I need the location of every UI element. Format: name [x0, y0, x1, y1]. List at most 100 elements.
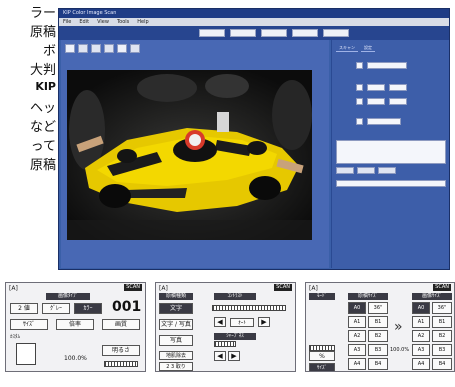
settings-row-4: [336, 118, 401, 125]
contrast-left-arrow-icon[interactable]: ◀: [214, 317, 226, 327]
orig-size-b2[interactable]: B2: [368, 330, 388, 342]
contrast-label: ｺﾝﾄﾗｽﾄ: [214, 293, 256, 300]
row-field-2b[interactable]: [389, 84, 407, 91]
save-icon[interactable]: [91, 44, 101, 53]
notes-box[interactable]: [336, 140, 446, 164]
row-field-3b[interactable]: [389, 98, 407, 105]
size-mode-button[interactable]: ｻｲｽﾞ: [309, 363, 335, 371]
top-button-5[interactable]: [323, 29, 349, 37]
text-photo-button[interactable]: 文字 / 写真: [159, 319, 193, 330]
side-line-8: って: [30, 139, 56, 154]
scale-value: 100.0%: [390, 347, 410, 353]
menu-file[interactable]: File: [63, 18, 71, 26]
sharpness-gauge: [214, 341, 236, 347]
orig-size-b3[interactable]: B3: [368, 344, 388, 356]
row-field-1[interactable]: [367, 62, 407, 69]
settings-button-3[interactable]: [378, 167, 396, 174]
auto-button[interactable]: ｵｰﾄ: [230, 318, 254, 327]
row-field-3a[interactable]: [367, 98, 385, 105]
orig-size-a3[interactable]: A3: [348, 344, 366, 356]
settings-slider[interactable]: [336, 180, 446, 187]
settings-tabs: スキャン 設定: [332, 40, 449, 52]
top-button-bar: [59, 26, 449, 40]
gray-button[interactable]: ｸﾞﾚｰ: [42, 303, 70, 314]
side-line-4: 大判: [29, 63, 56, 78]
top-button-3[interactable]: [261, 29, 287, 37]
quality-button[interactable]: 画質: [102, 319, 140, 330]
img-size-a4[interactable]: A4: [412, 358, 430, 370]
percent-button[interactable]: %: [309, 351, 335, 361]
img-size-b3[interactable]: B3: [432, 344, 452, 356]
top-button-2[interactable]: [230, 29, 256, 37]
lcd3-scan-label: SCAN: [433, 284, 451, 291]
brightness-gauge: [104, 361, 138, 367]
orig-size-a4[interactable]: A4: [348, 358, 366, 370]
ratio-value: 100.0%: [64, 355, 87, 362]
side-line-1: ラー: [29, 6, 56, 21]
lcd-image-type: [A] SCAN 画像ﾀｲﾌﾟ 2 値 ｸﾞﾚｰ ｶﾗｰ 001 ｻｲｽﾞ 倍率…: [5, 282, 146, 372]
orig-size-label: 原稿ｻｲｽﾞ: [348, 293, 388, 300]
settings-row-2: [336, 84, 407, 91]
scanned-image: [67, 70, 312, 240]
sharpness-left-arrow-icon[interactable]: ◀: [214, 351, 226, 361]
tab-settings[interactable]: 設定: [361, 44, 375, 52]
paper-icon: [16, 343, 36, 365]
side-line-2: 原稿: [29, 25, 56, 40]
text-mode-button[interactable]: 文字: [159, 303, 193, 314]
color-button[interactable]: ｶﾗｰ: [74, 303, 102, 314]
contrast-gauge: [212, 305, 286, 311]
orig-size-b1[interactable]: B1: [368, 316, 388, 328]
top-button-4[interactable]: [292, 29, 318, 37]
img-size-b2[interactable]: B2: [432, 330, 452, 342]
size-button[interactable]: ｻｲｽﾞ: [10, 319, 48, 330]
lcd1-scan-label: SCAN: [124, 284, 142, 291]
row-checkbox-2[interactable]: [356, 84, 363, 91]
img-size-b4[interactable]: B4: [432, 358, 452, 370]
lcd3-header: [A]: [309, 285, 318, 292]
img-size-a0[interactable]: A0: [412, 302, 430, 314]
window-title: KIP Color Image Scan: [59, 9, 449, 18]
print-icon[interactable]: [104, 44, 114, 53]
orig-size-b4[interactable]: B4: [368, 358, 388, 370]
brightness-button[interactable]: 明るさ: [102, 345, 140, 356]
menu-view[interactable]: View: [97, 18, 109, 26]
settings-button-1[interactable]: [336, 167, 354, 174]
row-field-4[interactable]: [367, 118, 401, 125]
img-size-36[interactable]: 36": [432, 302, 452, 314]
bg-remove-button[interactable]: 地肌除去: [159, 351, 193, 360]
photo-mode-button[interactable]: 写真: [159, 335, 193, 346]
row-checkbox-4[interactable]: [356, 118, 363, 125]
orig-size-a0[interactable]: A0: [348, 302, 366, 314]
top-button-1[interactable]: [199, 29, 225, 37]
side-line-3: ボ: [42, 44, 56, 59]
new-icon[interactable]: [65, 44, 75, 53]
open-icon[interactable]: [78, 44, 88, 53]
row-field-2a[interactable]: [367, 84, 385, 91]
binary-button[interactable]: 2 値: [10, 303, 38, 314]
orig-size-a2[interactable]: A2: [348, 330, 366, 342]
img-size-a1[interactable]: A1: [412, 316, 430, 328]
two-in-one-button[interactable]: 2 3 取り: [159, 362, 193, 371]
zoom-icon[interactable]: [117, 44, 127, 53]
menu-edit[interactable]: Edit: [79, 18, 89, 26]
img-size-b1[interactable]: B1: [432, 316, 452, 328]
fit-icon[interactable]: [130, 44, 140, 53]
settings-button-2[interactable]: [357, 167, 375, 174]
orig-size-a1[interactable]: A1: [348, 316, 366, 328]
sharpness-right-arrow-icon[interactable]: ▶: [228, 351, 240, 361]
sharpness-label: ｼｬｰﾌﾟﾈｽ: [214, 333, 256, 340]
contrast-right-arrow-icon[interactable]: ▶: [258, 317, 270, 327]
side-line-9: 原稿: [29, 158, 56, 173]
menu-help[interactable]: Help: [137, 18, 148, 26]
settings-row-3: [336, 98, 407, 105]
orig-size-36[interactable]: 36": [368, 302, 388, 314]
settings-buttons: [336, 167, 396, 174]
img-size-a2[interactable]: A2: [412, 330, 430, 342]
menu-tools[interactable]: Tools: [117, 18, 129, 26]
ratio-button[interactable]: 倍率: [56, 319, 94, 330]
row-checkbox-3[interactable]: [356, 98, 363, 105]
tab-scan[interactable]: スキャン: [336, 44, 358, 52]
img-size-a3[interactable]: A3: [412, 344, 430, 356]
row-checkbox-1[interactable]: [356, 62, 363, 69]
lcd1-section-label: 画像ﾀｲﾌﾟ: [46, 293, 90, 300]
